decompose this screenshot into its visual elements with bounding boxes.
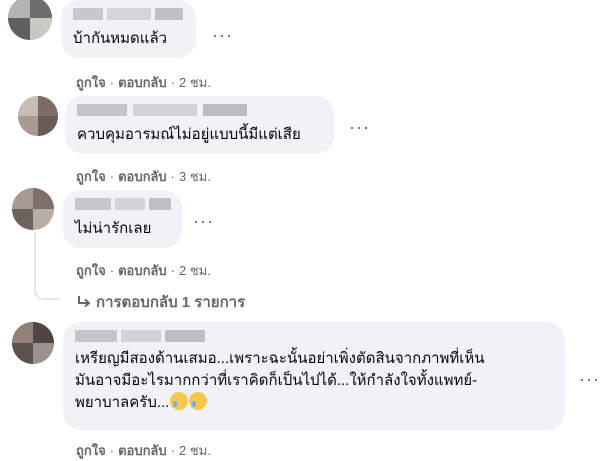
comment-bubble: เหรียญมีสองด้านเสมอ...เพราะฉะนั้นอย่าเพิ… [63, 322, 565, 430]
comment-actions: ถูกใจ · ตอบกลับ · 3 ชม. [76, 169, 211, 184]
like-link[interactable]: ถูกใจ [76, 75, 106, 90]
timestamp[interactable]: 2 ชม. [179, 75, 211, 90]
avatar[interactable] [18, 96, 58, 136]
author-name-blurred[interactable] [73, 8, 183, 20]
comment-bubble: ไม่น่ารักเลย [63, 190, 182, 248]
more-dots-icon[interactable]: ··· [349, 118, 370, 136]
author-name-blurred[interactable] [77, 104, 247, 116]
like-link[interactable]: ถูกใจ [76, 169, 106, 184]
timestamp[interactable]: 3 ชม. [179, 169, 211, 184]
comment-text: บ้ากันหมดแล้ว [73, 30, 168, 47]
like-link[interactable]: ถูกใจ [76, 263, 106, 278]
sad-tear-emoji-icon [170, 392, 189, 410]
replies-count-label: การตอบกลับ 1 รายการ [96, 294, 246, 311]
comment-text: ควบคุมอารมณ์ไม่อยู่แบบนี้มีแต่เสีย [77, 126, 301, 143]
avatar[interactable] [12, 322, 54, 364]
reply-link[interactable]: ตอบกลับ [118, 443, 167, 458]
sad-tear-emoji-icon [189, 392, 208, 410]
comment-bubble: ควบคุมอารมณ์ไม่อยู่แบบนี้มีแต่เสีย [65, 96, 334, 154]
comment-text-line: มันอาจมีอะไรมากกว่าที่เราคิดก็เป็นไปได้.… [75, 372, 478, 389]
author-name-blurred[interactable] [75, 330, 205, 342]
comment-bubble: บ้ากันหมดแล้ว [61, 0, 196, 58]
view-replies-link[interactable]: การตอบกลับ 1 รายการ [76, 290, 245, 314]
thread-connector [34, 274, 60, 300]
reply-link[interactable]: ตอบกลับ [118, 75, 167, 90]
more-dots-icon[interactable]: ··· [193, 212, 214, 230]
author-name-blurred[interactable] [75, 198, 171, 210]
reply-link[interactable]: ตอบกลับ [118, 169, 167, 184]
like-link[interactable]: ถูกใจ [76, 443, 106, 458]
avatar[interactable] [12, 188, 54, 230]
reply-arrow-icon [78, 296, 91, 308]
reply-link[interactable]: ตอบกลับ [118, 263, 167, 278]
comment-text-line: เหรียญมีสองด้านเสมอ...เพราะฉะนั้นอย่าเพิ… [75, 350, 485, 367]
timestamp[interactable]: 2 ชม. [179, 263, 211, 278]
comment-actions: ถูกใจ · ตอบกลับ · 2 ชม. [76, 75, 211, 90]
more-dots-icon[interactable]: ··· [212, 26, 233, 44]
avatar[interactable] [8, 0, 52, 40]
comment-text: ไม่น่ารักเลย [75, 220, 152, 237]
comment-actions: ถูกใจ · ตอบกลับ · 2 ชม. [76, 443, 211, 458]
comment-actions: ถูกใจ · ตอบกลับ · 2 ชม. [76, 263, 211, 278]
comment-text-line: พยาบาลครับ... [75, 392, 553, 414]
more-dots-icon[interactable]: ··· [579, 370, 600, 388]
timestamp[interactable]: 2 ชม. [179, 443, 211, 458]
